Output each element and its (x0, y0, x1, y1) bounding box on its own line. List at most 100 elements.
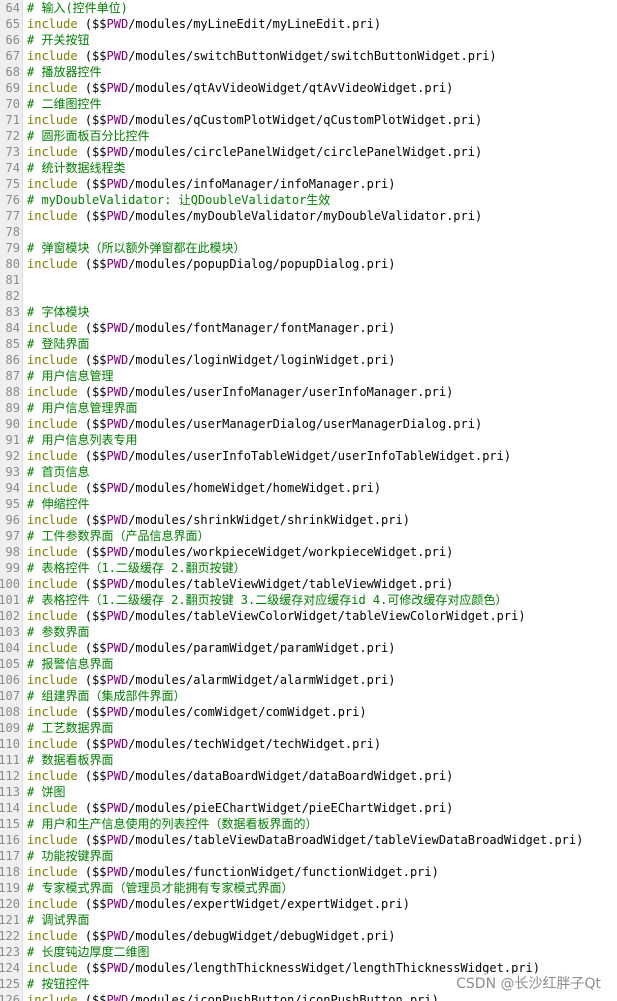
code-line[interactable]: 73 include ($$PWD/modules/circlePanelWidg… (0, 144, 617, 160)
code-line[interactable]: 116 include ($$PWD/modules/tableViewDataB… (0, 832, 617, 848)
module-path: /modules/dataBoardWidget/dataBoardWidget… (128, 769, 454, 783)
code-line[interactable]: 109 # 工艺数据界面 (0, 720, 617, 736)
code-line[interactable]: 104 include ($$PWD/modules/paramWidget/pa… (0, 640, 617, 656)
code-line[interactable]: 111 # 数据看板界面 (0, 752, 617, 768)
code-line[interactable]: 112 include ($$PWD/modules/dataBoardWidge… (0, 768, 617, 784)
path-prefix: ($$ (84, 737, 107, 751)
comment-text: # 工艺数据界面 (27, 721, 114, 735)
code-line[interactable]: 114 include ($$PWD/modules/pieEChartWidge… (0, 800, 617, 816)
code-line[interactable]: 99 # 表格控件（1.二级缓存 2.翻页按键） (0, 560, 617, 576)
code-line[interactable]: 67 include ($$PWD/modules/switchButtonWid… (0, 48, 617, 64)
code-line[interactable]: 89 # 用户信息管理界面 (0, 400, 617, 416)
code-line[interactable]: 76 # myDoubleValidator: 让QDoubleValidator… (0, 192, 617, 208)
code-line[interactable]: 71 include ($$PWD/modules/qCustomPlotWidg… (0, 112, 617, 128)
code-text: include ($$PWD/modules/fontManager/fontM… (27, 320, 396, 336)
code-line[interactable]: 84 include ($$PWD/modules/fontManager/fon… (0, 320, 617, 336)
path-prefix: ($$ (84, 257, 107, 271)
line-number: 124 (0, 961, 20, 975)
code-line[interactable]: 110 include ($$PWD/modules/techWidget/tec… (0, 736, 617, 752)
comment-text: # 长度钝边厚度二维图 (27, 945, 150, 959)
code-line[interactable]: 101 # 表格控件（1.二级缓存 2.翻页按键 3.二级缓存对应缓存id 4.可… (0, 592, 617, 608)
code-line[interactable]: 106 include ($$PWD/modules/alarmWidget/al… (0, 672, 617, 688)
code-line[interactable]: 65 include ($$PWD/modules/myLineEdit/myLi… (0, 16, 617, 32)
code-text: # 二维图控件 (27, 96, 101, 112)
code-line[interactable]: 77 include ($$PWD/modules/myDoubleValidat… (0, 208, 617, 224)
code-line[interactable]: 119 # 专家模式界面（管理员才能拥有专家模式界面） (0, 880, 617, 896)
line-number: 121 (0, 913, 20, 927)
code-line[interactable]: 87 # 用户信息管理 (0, 368, 617, 384)
code-line[interactable]: 94 include ($$PWD/modules/homeWidget/home… (0, 480, 617, 496)
code-line[interactable]: 107 # 组建界面（集成部件界面） (0, 688, 617, 704)
module-path: /modules/paramWidget/paramWidget.pri) (128, 641, 396, 655)
path-prefix: ($$ (84, 897, 107, 911)
module-path: /modules/qCustomPlotWidget/qCustomPlotWi… (128, 113, 483, 127)
code-line[interactable]: 80 include ($$PWD/modules/popupDialog/pop… (0, 256, 617, 272)
code-line[interactable]: 86 include ($$PWD/modules/loginWidget/log… (0, 352, 617, 368)
code-line[interactable]: 69 include ($$PWD/modules/qtAvVideoWidget… (0, 80, 617, 96)
line-number: 66 (5, 33, 20, 47)
path-prefix: ($$ (84, 113, 107, 127)
code-line[interactable]: 85 # 登陆界面 (0, 336, 617, 352)
code-line[interactable]: 113 # 饼图 (0, 784, 617, 800)
code-line[interactable]: 75 include ($$PWD/modules/infoManager/inf… (0, 176, 617, 192)
code-line[interactable]: 98 include ($$PWD/modules/workpieceWidget… (0, 544, 617, 560)
code-text: # 字体模块 (27, 304, 89, 320)
code-line[interactable]: 64 # 输入(控件单位) (0, 0, 617, 16)
code-line[interactable]: 100 include ($$PWD/modules/tableViewWidge… (0, 576, 617, 592)
code-line[interactable]: 66 # 开关按钮 (0, 32, 617, 48)
line-number: 92 (5, 449, 20, 463)
code-line[interactable]: 79 # 弹窗模块（所以额外弹窗都在此模块） (0, 240, 617, 256)
code-line[interactable]: 123 # 长度钝边厚度二维图 (0, 944, 617, 960)
code-line[interactable]: 117 # 功能按键界面 (0, 848, 617, 864)
code-line[interactable]: 97 # 工件参数界面（产品信息界面） (0, 528, 617, 544)
code-line[interactable]: 68 # 播放器控件 (0, 64, 617, 80)
code-line[interactable]: 121 # 调试界面 (0, 912, 617, 928)
code-text: include ($$PWD/modules/homeWidget/homeWi… (27, 480, 381, 496)
code-line[interactable]: 118 include ($$PWD/modules/functionWidget… (0, 864, 617, 880)
code-line[interactable]: 96 include ($$PWD/modules/shrinkWidget/sh… (0, 512, 617, 528)
code-text: # 表格控件（1.二级缓存 2.翻页按键 3.二级缓存对应缓存id 4.可修改缓… (27, 592, 507, 608)
code-line[interactable]: 88 include ($$PWD/modules/userInfoManager… (0, 384, 617, 400)
code-line[interactable]: 108 include ($$PWD/modules/comWidget/comW… (0, 704, 617, 720)
code-line[interactable]: 105 # 报警信息界面 (0, 656, 617, 672)
code-line[interactable]: 90 include ($$PWD/modules/userManagerDial… (0, 416, 617, 432)
code-line[interactable]: 70 # 二维图控件 (0, 96, 617, 112)
code-editor[interactable]: 64 # 输入(控件单位) 65 include ($$PWD/modules/myL… (0, 0, 617, 1001)
pwd-variable: PWD (106, 17, 129, 31)
code-text: include ($$PWD/modules/circlePanelWidget… (27, 144, 482, 160)
code-line[interactable]: 120 include ($$PWD/modules/expertWidget/e… (0, 896, 617, 912)
code-lines[interactable]: 64 # 输入(控件单位) 65 include ($$PWD/modules/myL… (0, 0, 617, 1001)
code-line[interactable]: 95 # 伸缩控件 (0, 496, 617, 512)
code-line[interactable]: 74 # 统计数据线程类 (0, 160, 617, 176)
code-line[interactable]: 83 # 字体模块 (0, 304, 617, 320)
code-text: # 开关按钮 (27, 32, 89, 48)
code-line[interactable]: 72 # 圆形面板百分比控件 (0, 128, 617, 144)
code-text: # 按钮控件 (27, 976, 89, 992)
code-line[interactable]: 115 # 用户和生产信息使用的列表控件（数据看板界面的） (0, 816, 617, 832)
code-line[interactable]: 91 # 用户信息列表专用 (0, 432, 617, 448)
code-line[interactable]: 82 (0, 288, 617, 304)
line-number: 113 (0, 785, 20, 799)
path-prefix: ($$ (84, 321, 107, 335)
path-prefix: ($$ (84, 961, 107, 975)
code-text: # 用户信息管理界面 (27, 400, 137, 416)
code-text: # 输入(控件单位) (27, 0, 128, 16)
code-line[interactable]: 122 include ($$PWD/modules/debugWidget/de… (0, 928, 617, 944)
line-number: 79 (5, 241, 20, 255)
line-number: 109 (0, 721, 20, 735)
line-number: 125 (0, 977, 20, 991)
code-line[interactable]: 126 include ($$PWD/modules/iconPushButton… (0, 992, 617, 1001)
code-line[interactable]: 81 (0, 272, 617, 288)
code-line[interactable]: 102 include ($$PWD/modules/tableViewColor… (0, 608, 617, 624)
code-line[interactable]: 93 # 首页信息 (0, 464, 617, 480)
code-line[interactable]: 78 (0, 224, 617, 240)
comment-text: # 用户信息管理界面 (27, 401, 138, 415)
line-number: 122 (0, 929, 20, 943)
include-keyword: include (27, 417, 78, 431)
code-line[interactable]: 92 include ($$PWD/modules/userInfoTableWi… (0, 448, 617, 464)
code-line[interactable]: 103 # 参数界面 (0, 624, 617, 640)
pwd-variable: PWD (106, 993, 129, 1001)
code-text: include ($$PWD/modules/switchButtonWidge… (27, 48, 497, 64)
include-keyword: include (27, 993, 78, 1001)
code-text: include ($$PWD/modules/comWidget/comWidg… (27, 704, 367, 720)
